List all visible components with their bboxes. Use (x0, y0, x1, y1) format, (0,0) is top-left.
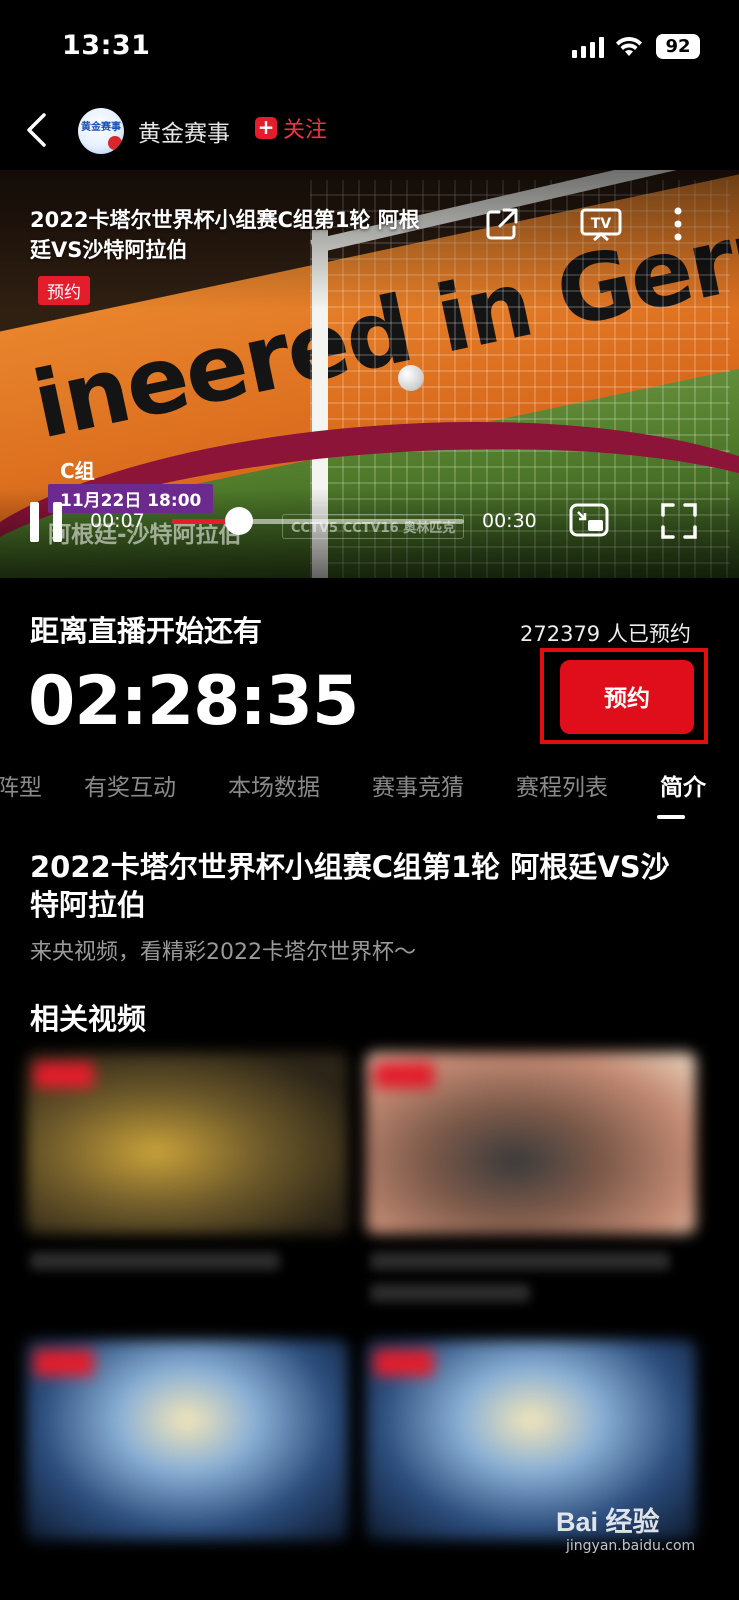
follow-button[interactable]: + 关注 (255, 114, 328, 143)
intro-title: 2022卡塔尔世界杯小组赛C组第1轮 阿根廷VS沙特阿拉伯 (30, 850, 670, 922)
related-video-caption-blurred (370, 1252, 670, 1270)
tab-match-data[interactable]: 本场数据 (228, 768, 320, 802)
related-video-thumbnail[interactable] (366, 1052, 696, 1234)
verified-badge-icon (108, 136, 122, 150)
battery-indicator: 92 (656, 34, 700, 59)
progress-thumb[interactable] (225, 507, 253, 535)
more-options-icon[interactable] (674, 206, 682, 242)
thumbnail-badge (374, 1350, 434, 1376)
broadcast-channel-logos: CCTV5 CCTV16 奥林匹克 (282, 514, 465, 539)
baidu-watermark-url: jingyan.baidu.com (566, 1538, 696, 1554)
status-time: 13:31 (62, 30, 151, 61)
reserve-count: 272379 人已预约 (520, 622, 691, 646)
tv-cast-icon[interactable]: TV (580, 208, 622, 242)
intro-description: 来央视频，看精彩2022卡塔尔世界杯～ (30, 940, 416, 965)
share-icon[interactable] (484, 206, 520, 242)
plus-icon: + (255, 117, 277, 139)
channel-logo-text: 黄金赛事 (81, 122, 121, 133)
active-tab-indicator (657, 815, 685, 819)
reserve-button[interactable]: 预约 (560, 660, 694, 734)
tab-interactive-rewards[interactable]: 有奖互动 (84, 768, 176, 802)
tab-introduction[interactable]: 简介 (660, 768, 706, 802)
related-video-caption-blurred (30, 1252, 280, 1270)
broadcast-date-label: 11月22日 18:00 (48, 484, 214, 513)
follow-label: 关注 (283, 118, 328, 143)
tab-formation[interactable]: 阵型 (0, 768, 42, 802)
thumbnail-badge (34, 1062, 94, 1088)
wifi-icon (614, 34, 644, 58)
fullscreen-icon[interactable] (660, 502, 698, 540)
broadcast-group-label: C组 (60, 459, 95, 483)
cellular-signal-icon (572, 36, 604, 58)
countdown-label: 距离直播开始还有 (30, 614, 263, 648)
related-video-caption-blurred (370, 1284, 530, 1302)
back-arrow-icon[interactable] (22, 112, 52, 148)
tab-schedule[interactable]: 赛程列表 (516, 768, 608, 802)
reserve-badge: 预约 (38, 276, 90, 305)
svg-text:TV: TV (591, 216, 612, 232)
duration-time: 00:30 (482, 510, 537, 532)
video-frame-ball (398, 365, 424, 391)
thumbnail-badge (374, 1062, 434, 1088)
baidu-watermark-logo: Bai 经验 (556, 1507, 660, 1537)
tab-match-guess[interactable]: 赛事竞猜 (372, 768, 464, 802)
related-video-thumbnail[interactable] (26, 1052, 348, 1234)
channel-name[interactable]: 黄金赛事 (138, 114, 230, 148)
video-title: 2022卡塔尔世界杯小组赛C组第1轮 阿根廷VS沙特阿拉伯 (30, 208, 420, 262)
thumbnail-badge (34, 1350, 94, 1376)
countdown-timer: 02:28:35 (28, 662, 359, 741)
channel-avatar[interactable]: 黄金赛事 (78, 108, 124, 154)
related-video-thumbnail[interactable] (26, 1340, 348, 1540)
pause-icon[interactable] (28, 502, 64, 542)
current-time: 00:07 (90, 510, 145, 532)
picture-in-picture-icon[interactable] (568, 502, 610, 540)
related-videos-heading: 相关视频 (30, 1002, 147, 1036)
